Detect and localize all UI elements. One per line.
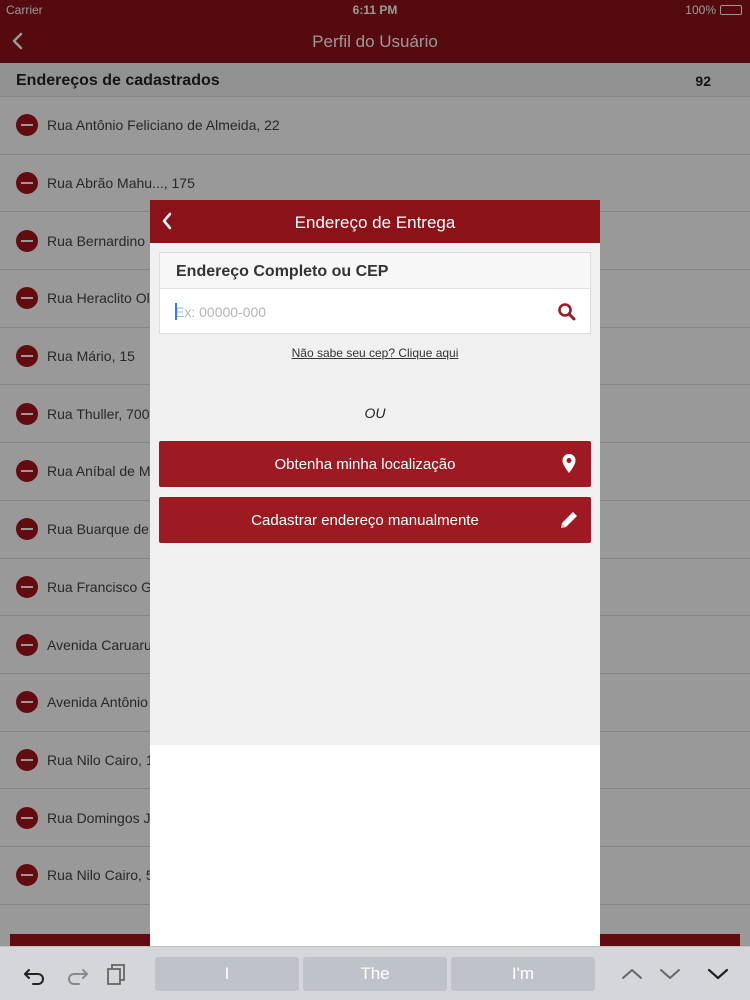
undo-icon[interactable]	[22, 961, 48, 987]
suggestion-2[interactable]: The	[303, 957, 447, 991]
dismiss-keyboard-icon[interactable]	[705, 961, 731, 987]
get-location-button[interactable]: Obtenha minha localização	[159, 441, 591, 487]
chevron-down-icon[interactable]	[657, 961, 683, 987]
delivery-address-modal: Endereço de Entrega Endereço Completo ou…	[150, 200, 600, 946]
suggestion-3[interactable]: I'm	[451, 957, 595, 991]
manual-address-button[interactable]: Cadastrar endereço manualmente	[159, 497, 591, 543]
keyboard-predictive-bar: I The I'm	[0, 946, 750, 1000]
text-cursor	[175, 303, 177, 320]
paste-icon[interactable]	[104, 961, 130, 987]
or-separator: OU	[364, 405, 386, 421]
modal-title: Endereço de Entrega	[294, 213, 456, 232]
suggestion-1[interactable]: I	[155, 957, 299, 991]
pencil-icon	[561, 512, 577, 528]
get-location-label: Obtenha minha localização	[274, 456, 456, 473]
map-pin-icon	[562, 454, 576, 473]
field-input-row	[160, 289, 590, 334]
modal-header: Endereço de Entrega	[150, 200, 600, 243]
manual-address-label: Cadastrar endereço manualmente	[251, 512, 479, 529]
find-cep-link[interactable]: Não sabe seu cep? Clique aqui	[150, 346, 600, 360]
address-field: Endereço Completo ou CEP	[159, 252, 591, 334]
field-label: Endereço Completo ou CEP	[160, 253, 590, 289]
redo-icon[interactable]	[64, 961, 90, 987]
cep-input[interactable]	[160, 289, 540, 334]
modal-empty-area	[150, 745, 600, 946]
chevron-up-icon[interactable]	[619, 961, 645, 987]
search-icon[interactable]	[556, 301, 578, 323]
